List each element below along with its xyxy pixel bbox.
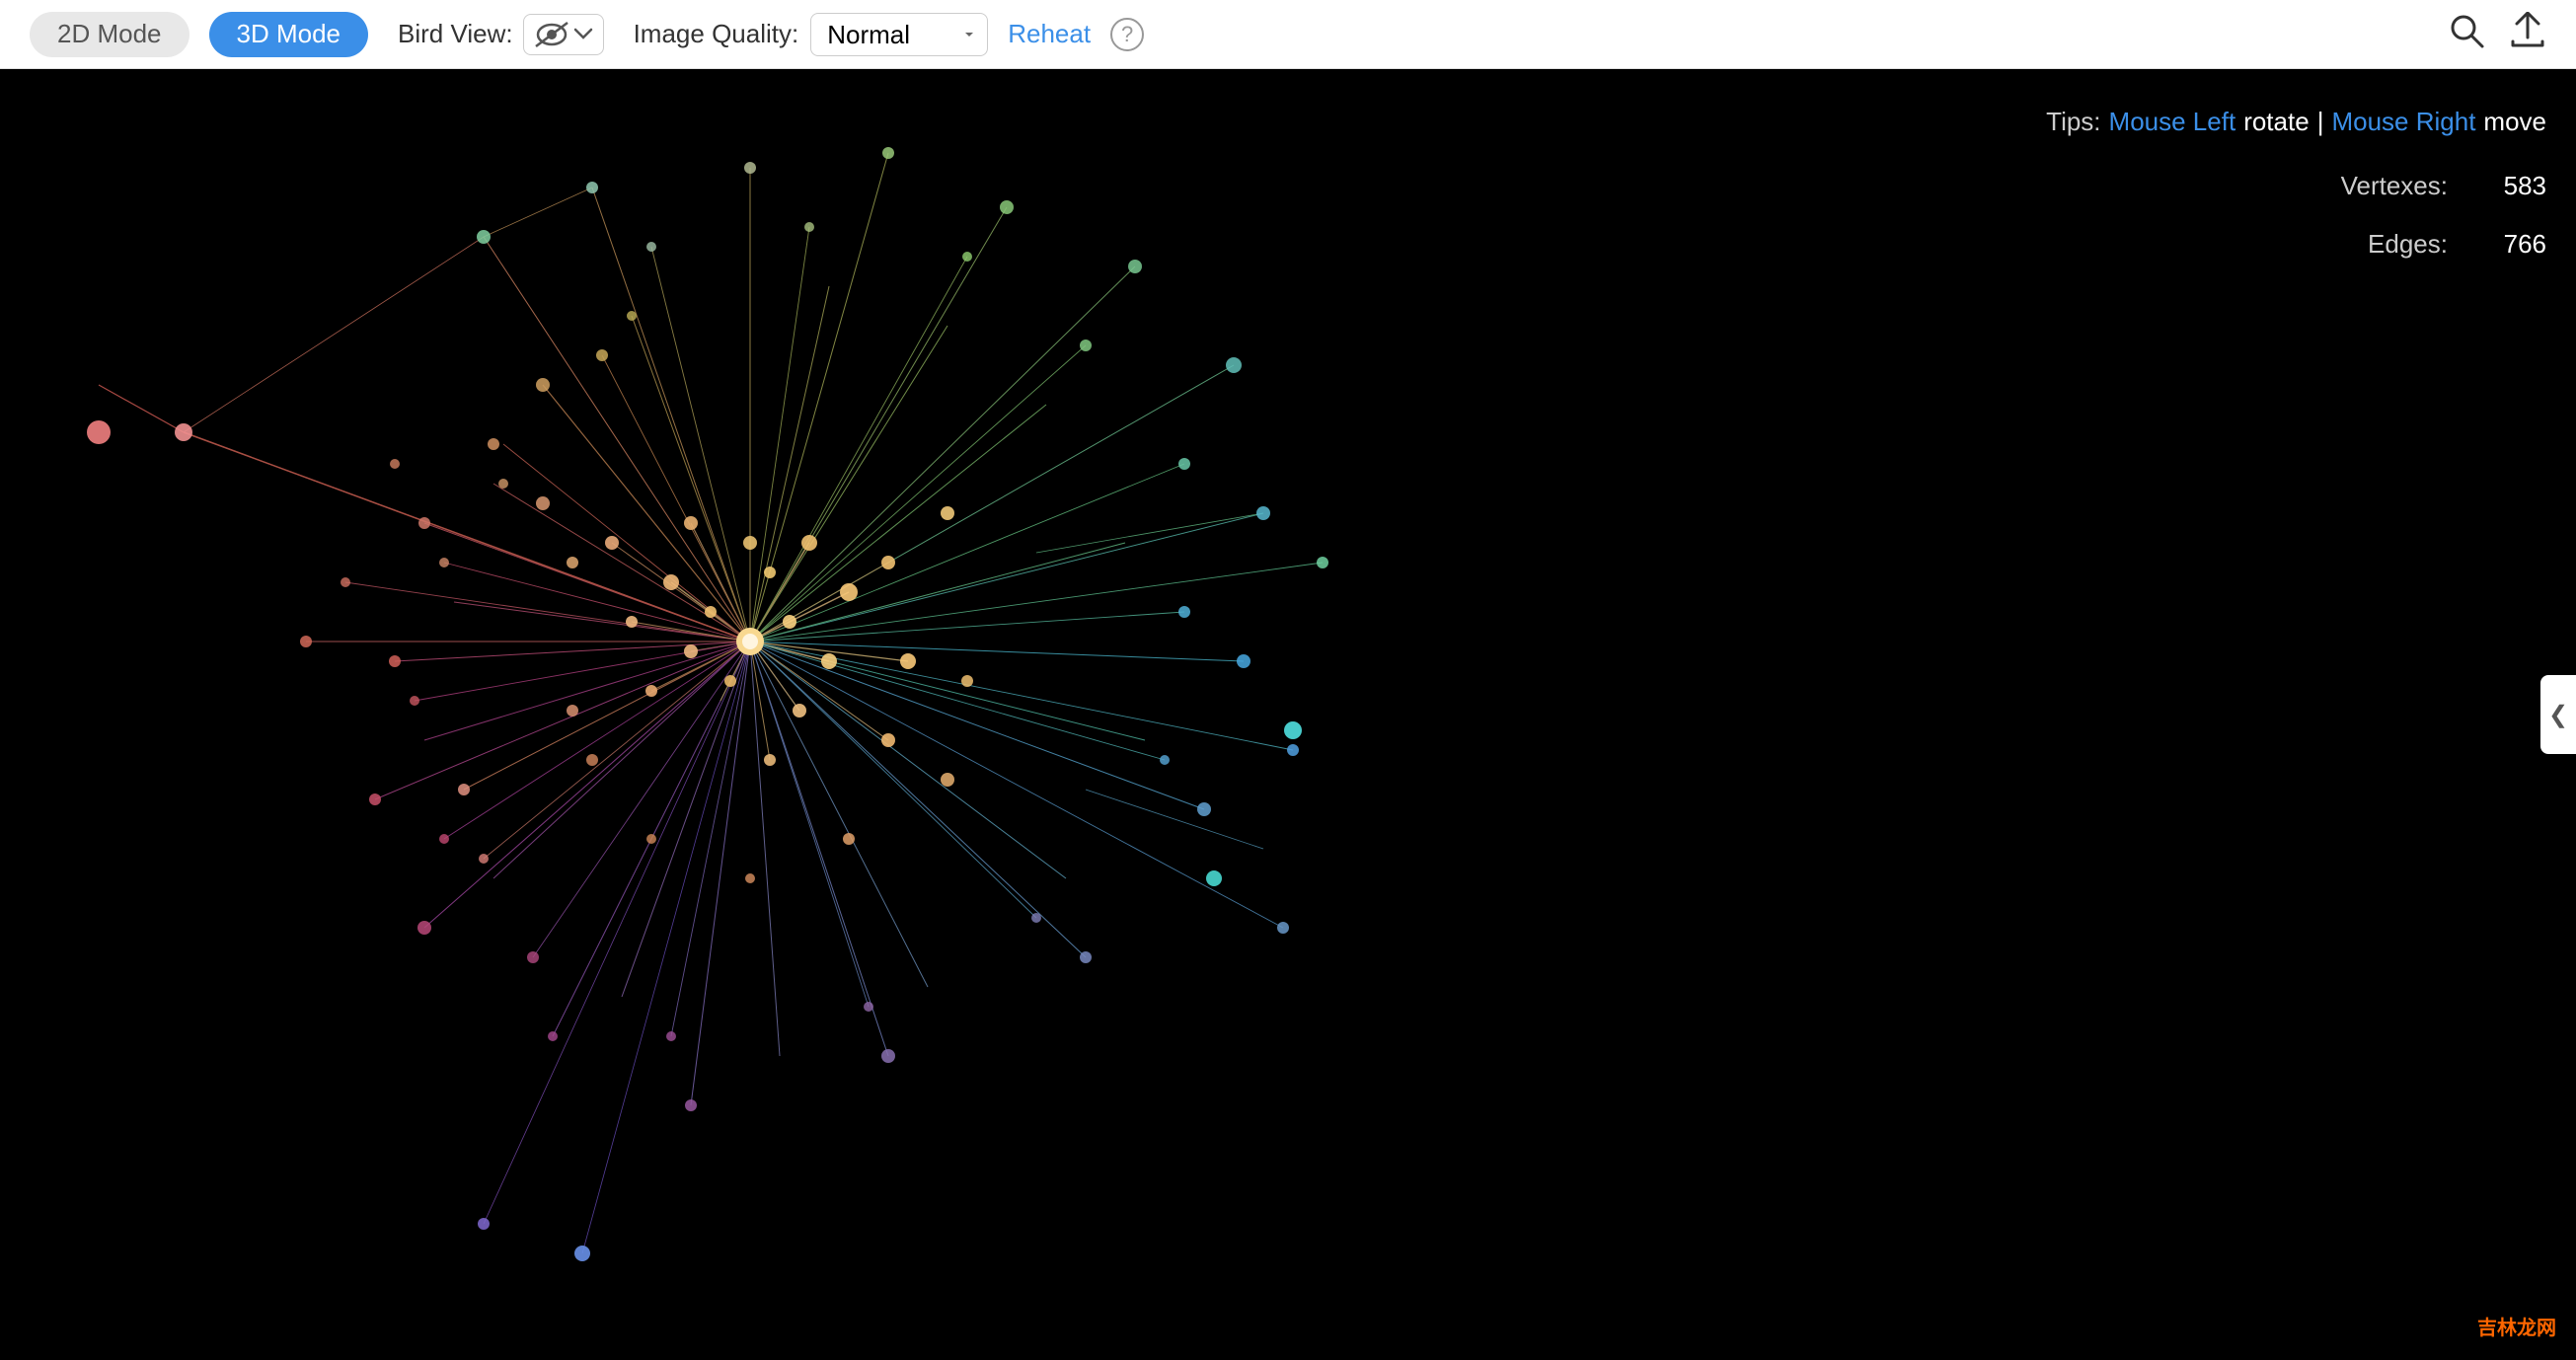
toolbar: 2D Mode 3D Mode Bird View: Image Quality… xyxy=(0,0,2576,69)
edges-row: Edges: 766 xyxy=(2046,221,2546,267)
tips-move-action: move xyxy=(2483,99,2546,145)
edges-label: Edges: xyxy=(2368,221,2448,267)
image-quality-label: Image Quality: xyxy=(634,19,799,49)
vertexes-value: 583 xyxy=(2467,163,2546,209)
image-quality-select[interactable]: Low Normal High xyxy=(810,13,988,56)
tips-mouse-left: Mouse Left xyxy=(2109,99,2236,145)
tips-mouse-right: Mouse Right xyxy=(2331,99,2475,145)
vertexes-row: Vertexes: 583 xyxy=(2046,163,2546,209)
2d-mode-button[interactable]: 2D Mode xyxy=(30,12,189,57)
help-icon[interactable]: ? xyxy=(1110,18,1144,51)
side-panel-toggle[interactable]: ❮ xyxy=(2540,675,2576,754)
watermark: 吉林龙网 xyxy=(2477,1312,2556,1340)
tips-separator: | xyxy=(2317,99,2324,145)
tips-label: Tips: xyxy=(2046,99,2100,145)
share-icon xyxy=(2509,12,2546,49)
vertexes-label: Vertexes: xyxy=(2341,163,2448,209)
chevron-left-icon: ❮ xyxy=(2548,701,2568,729)
toolbar-right xyxy=(2448,12,2546,57)
3d-mode-button[interactable]: 3D Mode xyxy=(209,12,369,57)
chevron-down-icon xyxy=(573,28,593,41)
search-button[interactable] xyxy=(2448,12,2485,57)
edges-value: 766 xyxy=(2467,221,2546,267)
tips-overlay: Tips: Mouse Left rotate | Mouse Right mo… xyxy=(2046,99,2546,278)
eye-icon xyxy=(534,21,569,48)
canvas-area[interactable]: Tips: Mouse Left rotate | Mouse Right mo… xyxy=(0,69,2576,1360)
search-icon xyxy=(2448,12,2485,49)
tips-rotate-action: rotate xyxy=(2243,99,2310,145)
share-button[interactable] xyxy=(2509,12,2546,57)
image-quality-section: Image Quality: Low Normal High xyxy=(634,13,989,56)
bird-view-section: Bird View: xyxy=(398,14,604,55)
bird-view-toggle[interactable] xyxy=(523,14,604,55)
bird-view-label: Bird View: xyxy=(398,19,513,49)
reheat-button[interactable]: Reheat xyxy=(1008,19,1091,49)
